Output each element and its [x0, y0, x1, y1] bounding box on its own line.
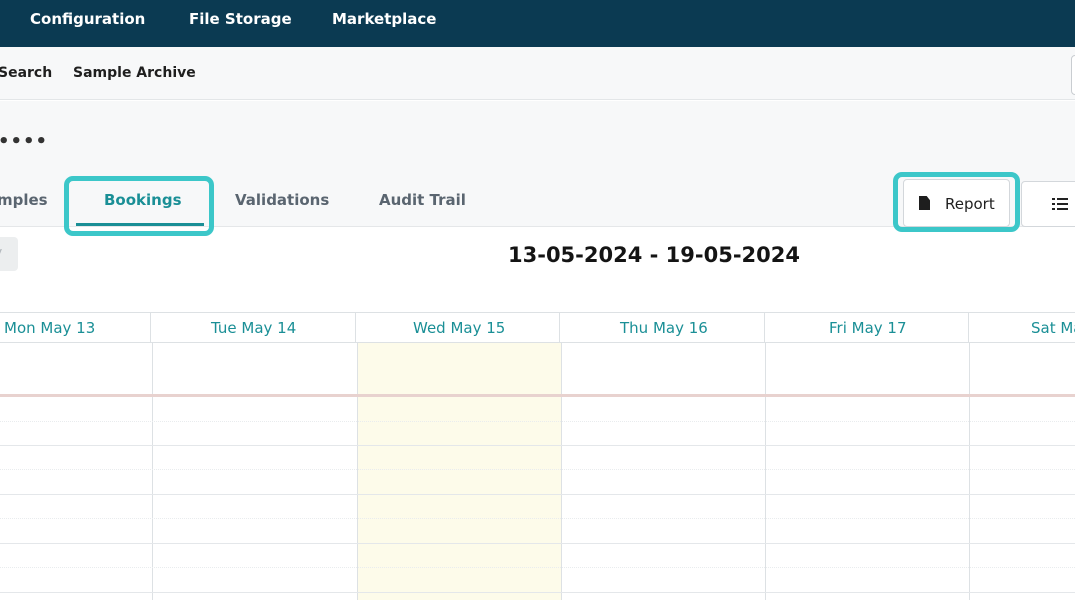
time-slot-line — [0, 494, 1075, 495]
day-header-mon[interactable]: Mon May 13 — [4, 319, 95, 337]
nav-marketplace[interactable]: Marketplace — [332, 10, 436, 28]
day-header-wed[interactable]: Wed May 15 — [413, 319, 505, 337]
bookings-highlight-box — [64, 176, 214, 236]
calendar-header: Mon May 13 Tue May 14 Wed May 15 Thu May… — [0, 312, 1075, 343]
column-divider — [765, 343, 766, 600]
subnav-right-control[interactable] — [1071, 55, 1075, 95]
time-slot-line — [0, 518, 1075, 519]
page-title-truncated: •••• — [0, 131, 49, 152]
day-header-tue[interactable]: Tue May 14 — [211, 319, 296, 337]
all-day-separator — [0, 394, 1075, 397]
date-range-title: 13-05-2024 - 19-05-2024 — [508, 243, 800, 267]
column-divider — [969, 343, 970, 600]
today-column — [357, 343, 561, 600]
time-slot-line — [0, 445, 1075, 446]
header-divider — [764, 312, 765, 343]
column-divider — [561, 343, 562, 600]
list-view-button[interactable] — [1021, 181, 1075, 227]
subnav-sample-archive[interactable]: Sample Archive — [73, 65, 196, 81]
time-slot-line — [0, 469, 1075, 470]
report-highlight-box — [893, 172, 1020, 232]
time-slot-line — [0, 421, 1075, 422]
column-divider — [152, 343, 153, 600]
day-header-fri[interactable]: Fri May 17 — [829, 319, 907, 337]
control-letter: y — [0, 245, 2, 261]
subnav-search[interactable]: Search — [0, 65, 52, 81]
calendar-nav-control[interactable]: y — [0, 237, 18, 271]
sub-nav: Search Sample Archive — [0, 47, 1075, 100]
page-header: •••• mples Bookings Validations Audit Tr… — [0, 101, 1075, 236]
header-divider — [968, 312, 969, 343]
day-header-sat[interactable]: Sat Ma — [1031, 319, 1075, 337]
tab-validations[interactable]: Validations — [235, 191, 329, 209]
time-slot-line — [0, 567, 1075, 568]
nav-configuration[interactable]: Configuration — [30, 10, 145, 28]
time-slot-line — [0, 592, 1075, 593]
list-icon — [1052, 197, 1068, 211]
tab-samples[interactable]: mples — [0, 191, 48, 209]
nav-file-storage[interactable]: File Storage — [189, 10, 292, 28]
header-divider — [355, 312, 356, 343]
day-header-thu[interactable]: Thu May 16 — [620, 319, 708, 337]
header-divider — [150, 312, 151, 343]
tab-audit-trail[interactable]: Audit Trail — [379, 191, 466, 209]
top-nav: Configuration File Storage Marketplace — [0, 0, 1075, 47]
time-slot-line — [0, 543, 1075, 544]
header-divider — [559, 312, 560, 343]
column-divider — [357, 343, 358, 600]
